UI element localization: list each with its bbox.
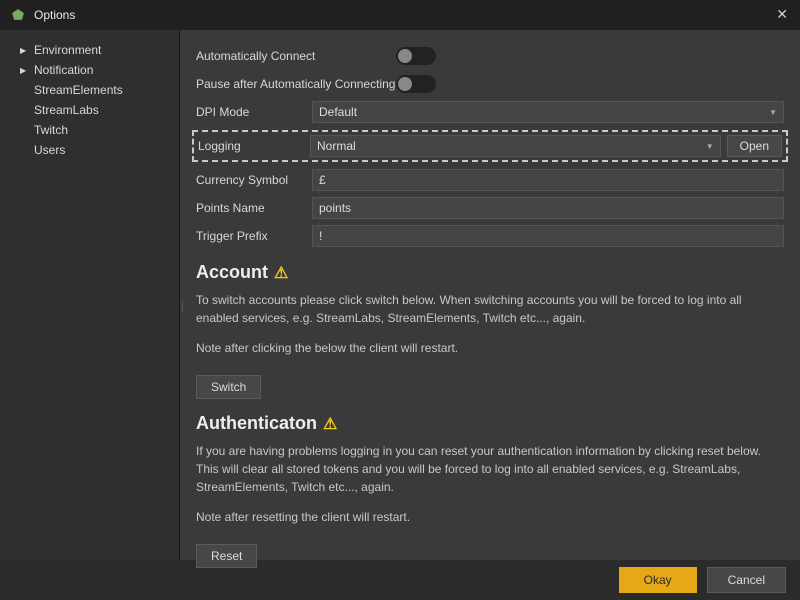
trigger-label: Trigger Prefix (196, 229, 312, 243)
okay-button[interactable]: Okay (619, 567, 697, 593)
sidebar-item-environment[interactable]: ▶ Environment (0, 40, 179, 60)
logging-row-highlight: Logging Normal ▼ Open (192, 130, 788, 162)
sidebar-item-streamelements[interactable]: StreamElements (0, 80, 179, 100)
caret-icon: ▶ (20, 66, 30, 75)
content-panel: ⁞⁞ Automatically Connect Pause after Aut… (180, 30, 800, 560)
auto-connect-label: Automatically Connect (196, 49, 396, 63)
sidebar: ▶ Environment ▶ Notification StreamEleme… (0, 30, 180, 560)
cancel-button[interactable]: Cancel (707, 567, 786, 593)
dpi-label: DPI Mode (196, 105, 312, 119)
caret-icon: ▶ (20, 46, 30, 55)
sidebar-item-label: Environment (34, 43, 101, 57)
sidebar-item-label: Notification (34, 63, 93, 77)
logging-label: Logging (198, 139, 310, 153)
sidebar-item-label: StreamLabs (34, 103, 99, 117)
titlebar: Options ✕ (0, 0, 800, 30)
sidebar-item-label: Users (34, 143, 65, 157)
currency-label: Currency Symbol (196, 173, 312, 187)
chevron-down-icon: ▼ (769, 108, 777, 117)
close-icon[interactable]: ✕ (776, 6, 788, 23)
account-desc: To switch accounts please click switch b… (196, 291, 784, 327)
sidebar-item-twitch[interactable]: Twitch (0, 120, 179, 140)
app-icon (10, 7, 26, 23)
sidebar-item-label: Twitch (34, 123, 68, 137)
dpi-value: Default (319, 105, 357, 119)
sidebar-item-streamlabs[interactable]: StreamLabs (0, 100, 179, 120)
points-label: Points Name (196, 201, 312, 215)
auth-heading: Authenticaton ⚠ (196, 413, 784, 434)
switch-button[interactable]: Switch (196, 375, 261, 399)
pause-label: Pause after Automatically Connecting (196, 77, 396, 91)
currency-input[interactable]: £ (312, 169, 784, 191)
sidebar-item-label: StreamElements (34, 83, 123, 97)
sidebar-item-notification[interactable]: ▶ Notification (0, 60, 179, 80)
open-button[interactable]: Open (727, 135, 782, 157)
logging-value: Normal (317, 139, 356, 153)
pause-toggle[interactable] (396, 75, 436, 93)
sidebar-item-users[interactable]: Users (0, 140, 179, 160)
window-title: Options (34, 8, 75, 22)
warning-icon: ⚠ (274, 263, 288, 283)
auth-desc: If you are having problems logging in yo… (196, 442, 784, 496)
auto-connect-toggle[interactable] (396, 47, 436, 65)
logging-select[interactable]: Normal ▼ (310, 135, 721, 157)
account-note: Note after clicking the below the client… (196, 339, 784, 357)
resize-grip-icon[interactable]: ⁞⁞ (181, 305, 184, 311)
reset-button[interactable]: Reset (196, 544, 257, 568)
dpi-select[interactable]: Default ▼ (312, 101, 784, 123)
chevron-down-icon: ▼ (706, 142, 714, 151)
trigger-input[interactable]: ! (312, 225, 784, 247)
points-input[interactable]: points (312, 197, 784, 219)
auth-note: Note after resetting the client will res… (196, 508, 784, 526)
warning-icon: ⚠ (323, 414, 337, 434)
account-heading: Account ⚠ (196, 262, 784, 283)
